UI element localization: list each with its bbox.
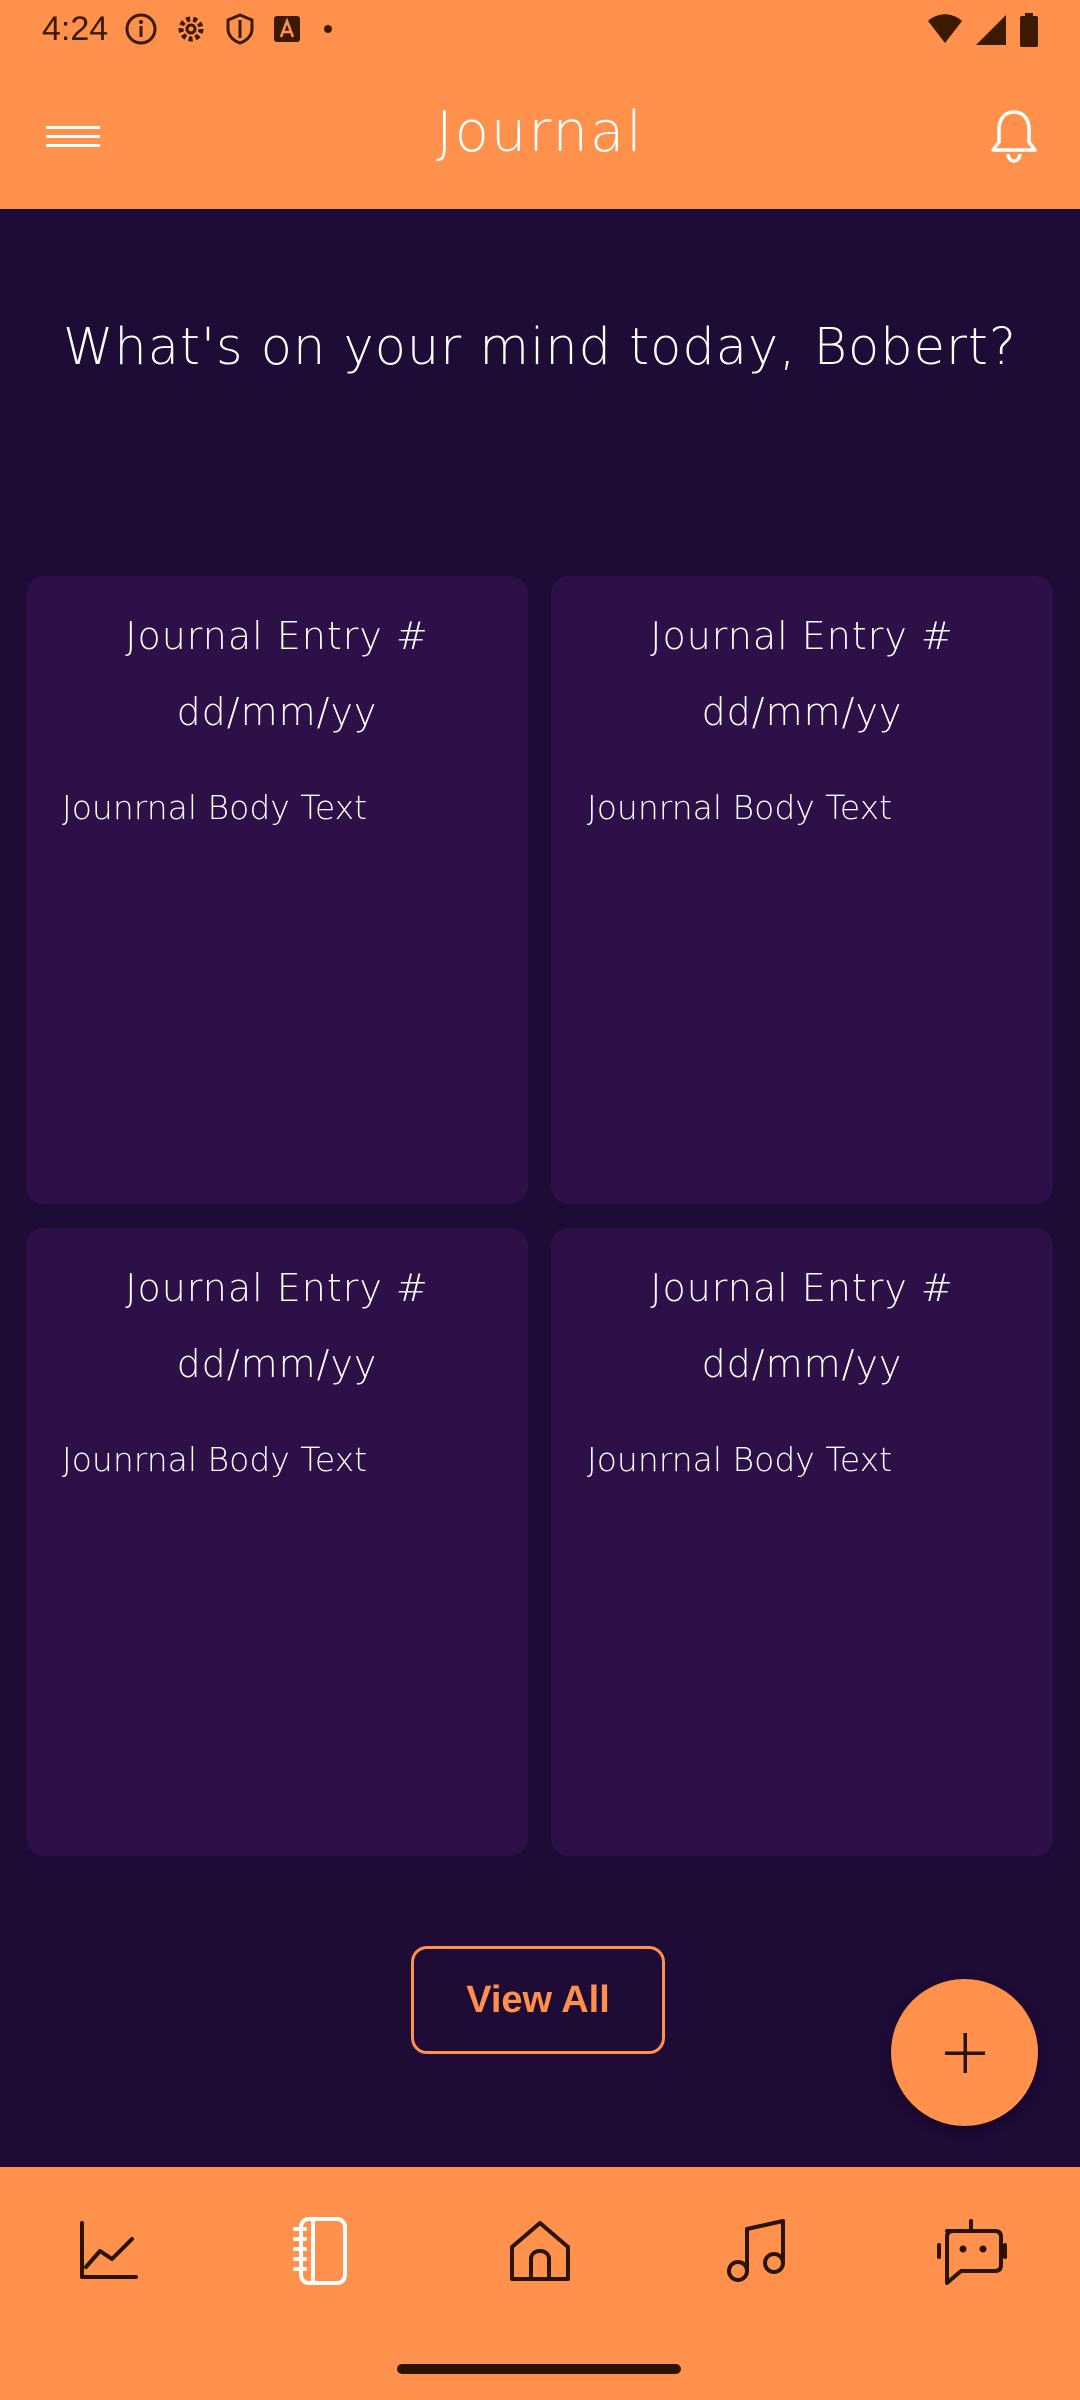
home-icon: [510, 2221, 570, 2281]
battery-icon: [1020, 13, 1038, 47]
nav-item-chatbot[interactable]: [928, 2208, 1014, 2294]
entry-body: Jounrnal Body Text: [587, 788, 893, 827]
journal-icon: [293, 2217, 347, 2285]
greeting-text: What's on your mind today, Bobert?: [63, 318, 1017, 377]
entry-date: dd/mm/yy: [176, 1342, 378, 1386]
journal-entry-card[interactable]: Journal Entry # dd/mm/yy Jounrnal Body T…: [26, 576, 528, 1204]
info-icon: [125, 13, 157, 45]
journal-entry-card[interactable]: Journal Entry # dd/mm/yy Jounrnal Body T…: [551, 1228, 1053, 1856]
journal-entry-card[interactable]: Journal Entry # dd/mm/yy Jounrnal Body T…: [26, 1228, 528, 1856]
dot-icon: [324, 25, 332, 33]
chat-bot-icon: [937, 2219, 1007, 2285]
journal-entry-card[interactable]: Journal Entry # dd/mm/yy Jounrnal Body T…: [551, 576, 1053, 1204]
signal-icon: [976, 15, 1006, 45]
home-indicator: [397, 2364, 681, 2374]
entry-body: Jounrnal Body Text: [587, 1440, 893, 1479]
view-all-button[interactable]: View All: [411, 1946, 665, 2054]
app-bar: Journal: [0, 62, 1080, 209]
entry-title: Journal Entry #: [650, 1266, 954, 1310]
bell-icon: [991, 110, 1037, 163]
status-bar: 4:24: [0, 0, 1080, 62]
plus-icon: [944, 2032, 985, 2073]
entry-date: dd/mm/yy: [701, 1342, 903, 1386]
add-entry-button[interactable]: [891, 1979, 1038, 2126]
nav-item-stats[interactable]: [65, 2208, 151, 2294]
entry-date: dd/mm/yy: [701, 690, 903, 734]
nav-item-home[interactable]: [497, 2208, 583, 2294]
status-icons-right: [926, 12, 1040, 48]
entry-body: Jounrnal Body Text: [62, 1440, 368, 1479]
wifi-icon: [928, 14, 962, 43]
font-a-icon: [274, 16, 300, 42]
status-icons-left: [124, 12, 338, 46]
notifications-button[interactable]: [984, 106, 1044, 166]
entry-body: Jounrnal Body Text: [62, 788, 368, 827]
page-title: Journal: [436, 100, 644, 165]
status-time: 4:24: [42, 10, 109, 48]
entry-date: dd/mm/yy: [176, 690, 378, 734]
music-note-icon: [727, 2219, 785, 2282]
chart-line-icon: [80, 2221, 138, 2279]
shield-icon: [226, 13, 254, 45]
entry-title: Journal Entry #: [125, 1266, 429, 1310]
nav-item-music[interactable]: [713, 2208, 799, 2294]
nav-item-journal[interactable]: [278, 2208, 364, 2294]
entry-title: Journal Entry #: [125, 614, 429, 658]
settings-icon: [178, 16, 204, 42]
entry-title: Journal Entry #: [650, 614, 954, 658]
